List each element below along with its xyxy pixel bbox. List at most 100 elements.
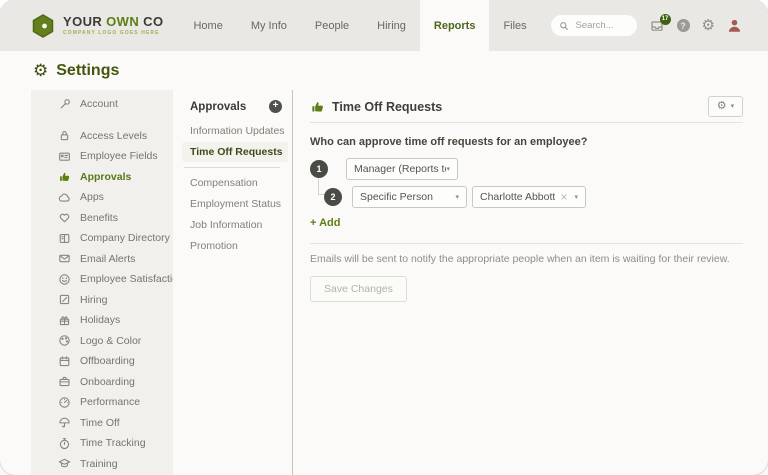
- sidebar-item-hiring[interactable]: Hiring: [31, 290, 173, 311]
- sidebar-item-label: Time Tracking: [80, 437, 146, 449]
- sidebar-item-label: Employee Fields: [80, 150, 158, 162]
- subpanel-item-employment-status[interactable]: Employment Status: [182, 194, 288, 214]
- subpanel-item-information-updates[interactable]: Information Updates: [182, 121, 288, 141]
- chevron-down-icon: ▾: [455, 194, 459, 201]
- wrench-icon: [58, 98, 71, 111]
- notification-badge: 17: [660, 14, 671, 25]
- smiley-icon: [58, 273, 71, 286]
- sidebar-item-performance[interactable]: Performance: [31, 392, 173, 413]
- search-icon: [559, 21, 569, 31]
- sidebar-item-employee-fields[interactable]: Employee Fields: [31, 146, 173, 167]
- thumbs-up-icon: [310, 99, 325, 114]
- sidebar-item-benefits[interactable]: Benefits: [31, 208, 173, 229]
- company-tagline: COMPANY LOGO GOES HERE: [63, 31, 163, 36]
- sidebar-item-time-tracking[interactable]: Time Tracking: [31, 433, 173, 454]
- search-input[interactable]: [574, 19, 629, 32]
- main-header: Time Off Requests ⚙ ▾: [310, 96, 743, 117]
- sidebar-group-gap: [31, 115, 173, 126]
- approver-type-select-1[interactable]: Manager (Reports to) ▾: [346, 158, 458, 180]
- step-2-badge: 2: [324, 188, 342, 206]
- user-avatar[interactable]: [727, 18, 742, 33]
- sidebar-item-label: Training: [80, 458, 118, 470]
- heart-icon: [58, 211, 71, 224]
- approvals-subpanel: Approvals + Information UpdatesTime Off …: [173, 90, 293, 475]
- nav-tab-reports[interactable]: Reports: [420, 0, 490, 51]
- thumbs-up-icon: [58, 170, 71, 183]
- company-name: YOUR OWN CO: [63, 15, 163, 28]
- sidebar-item-account[interactable]: Account: [31, 94, 173, 115]
- close-icon[interactable]: ×: [560, 191, 567, 203]
- step-row-2: 2 Specific Person ▾ Charlotte Abbott × ▾: [324, 186, 743, 208]
- briefcase-icon: [58, 375, 71, 388]
- content-area: Account Access Levels Employee Fields Appro…: [0, 90, 768, 475]
- topbar-actions: 17 ? ⚙: [551, 0, 742, 51]
- nav-tab-home[interactable]: Home: [179, 0, 236, 51]
- id-card-icon: [58, 150, 71, 163]
- main-title: Time Off Requests: [332, 100, 442, 114]
- stopwatch-icon: [58, 437, 71, 450]
- plus-icon: +: [273, 101, 279, 111]
- settings-sidebar: Account Access Levels Employee Fields Appro…: [31, 90, 173, 475]
- sidebar-item-apps[interactable]: Apps: [31, 187, 173, 208]
- calendar-out-icon: [58, 355, 71, 368]
- sidebar-item-access-levels[interactable]: Access Levels: [31, 126, 173, 147]
- lock-icon: [58, 129, 71, 142]
- subpanel-item-time-off-requests[interactable]: Time Off Requests: [182, 142, 288, 162]
- search-box[interactable]: [551, 15, 637, 36]
- step-1-badge: 1: [310, 160, 328, 178]
- sidebar-item-employee-satisfaction[interactable]: Employee Satisfaction: [31, 269, 173, 290]
- subpanel-item-compensation[interactable]: Compensation: [182, 173, 288, 193]
- step-row-1: 1 Manager (Reports to) ▾: [310, 158, 743, 180]
- add-approver-link[interactable]: + Add: [310, 217, 340, 229]
- subpanel-header: Approvals +: [190, 100, 282, 113]
- logo-text: YOUR OWN CO COMPANY LOGO GOES HERE: [63, 15, 163, 36]
- page-title: Settings: [56, 62, 119, 80]
- top-navbar: YOUR OWN CO COMPANY LOGO GOES HERE HomeM…: [0, 0, 768, 51]
- add-approval-button[interactable]: +: [269, 100, 282, 113]
- approver-steps: 1 Manager (Reports to) ▾ 2 Specific Pers…: [310, 158, 743, 208]
- sidebar-item-label: Time Off: [80, 417, 120, 429]
- sidebar-item-holidays[interactable]: Holidays: [31, 310, 173, 331]
- select-value: Specific Person: [360, 191, 433, 203]
- sidebar-item-label: Offboarding: [80, 355, 135, 367]
- panel-options-button[interactable]: ⚙ ▾: [708, 96, 743, 117]
- clipboard-icon: [58, 293, 71, 306]
- nav-tab-my-info[interactable]: My Info: [237, 0, 301, 51]
- help-button[interactable]: ?: [677, 19, 690, 32]
- chevron-down-icon: ▾: [731, 103, 735, 110]
- settings-button[interactable]: ⚙: [702, 18, 715, 33]
- approval-question: Who can approve time off requests for an…: [310, 136, 743, 148]
- specific-person-select[interactable]: Charlotte Abbott × ▾: [472, 186, 586, 208]
- email-note: Emails will be sent to notify the approp…: [310, 253, 743, 265]
- directory-book-icon: [58, 232, 71, 245]
- sidebar-item-label: Apps: [80, 191, 104, 203]
- inbox-button[interactable]: 17: [649, 19, 665, 33]
- nav-tab-files[interactable]: Files: [489, 0, 540, 51]
- sidebar-item-offboarding[interactable]: Offboarding: [31, 351, 173, 372]
- approver-type-select-2[interactable]: Specific Person ▾: [352, 186, 467, 208]
- main-nav: HomeMy InfoPeopleHiringReportsFiles: [179, 0, 540, 51]
- subpanel-divider: [184, 167, 280, 168]
- hexagon-logo-icon: [30, 13, 56, 39]
- sidebar-item-onboarding[interactable]: Onboarding: [31, 372, 173, 393]
- sidebar-item-label: Hiring: [80, 294, 107, 306]
- sidebar-item-approvals[interactable]: Approvals: [31, 167, 173, 188]
- gear-icon: ⚙: [702, 18, 715, 33]
- sidebar-item-logo-color[interactable]: Logo & Color: [31, 331, 173, 352]
- sidebar-item-time-off[interactable]: Time Off: [31, 413, 173, 434]
- sidebar-item-label: Holidays: [80, 314, 120, 326]
- save-changes-button[interactable]: Save Changes: [310, 276, 407, 302]
- header-divider: [310, 122, 743, 123]
- nav-tab-people[interactable]: People: [301, 0, 363, 51]
- sidebar-item-training[interactable]: Training: [31, 454, 173, 475]
- question-mark-icon: ?: [680, 21, 686, 31]
- chevron-down-icon: ▾: [446, 166, 450, 173]
- person-icon: [727, 18, 742, 33]
- subpanel-item-job-information[interactable]: Job Information: [182, 215, 288, 235]
- sidebar-item-email-alerts[interactable]: Email Alerts: [31, 249, 173, 270]
- nav-tab-hiring[interactable]: Hiring: [363, 0, 420, 51]
- subpanel-item-promotion[interactable]: Promotion: [182, 236, 288, 256]
- sidebar-item-company-directory[interactable]: Company Directory: [31, 228, 173, 249]
- select-value: Manager (Reports to): [354, 163, 446, 175]
- sidebar-item-label: Approvals: [80, 171, 131, 183]
